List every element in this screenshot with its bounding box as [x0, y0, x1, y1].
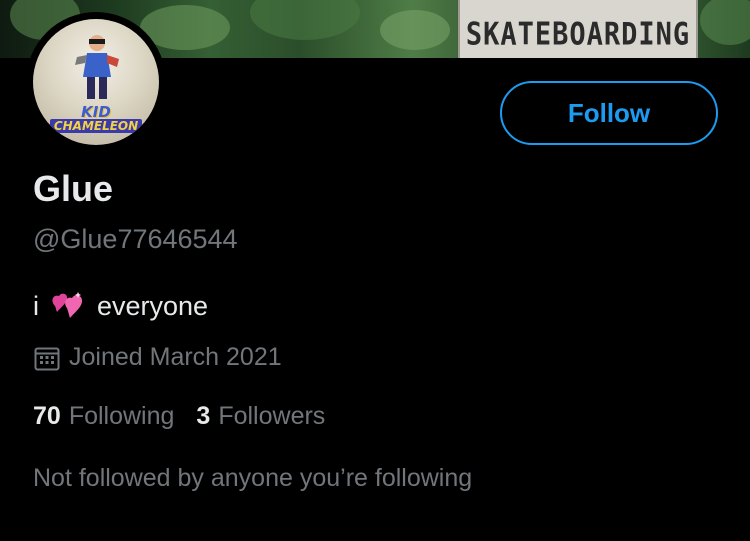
followers-label: Followers — [218, 402, 326, 430]
avatar-image: KID CHAMELEON — [33, 19, 159, 145]
following-label: Following — [68, 402, 175, 430]
mutual-followers-text: Not followed by anyone you’re following — [33, 464, 473, 492]
two-hearts-icon — [52, 292, 83, 318]
calendar-icon — [34, 347, 60, 370]
followers-count: 3 — [196, 402, 211, 430]
following-link[interactable]: 70 Following — [33, 402, 174, 431]
banner-foliage — [700, 0, 750, 45]
avatar[interactable]: KID CHAMELEON — [26, 12, 166, 152]
joined-text: Joined March 2021 — [69, 343, 282, 371]
sign-text: SKATEBOARDING — [465, 16, 691, 53]
follow-button[interactable]: Follow — [500, 81, 718, 145]
bio-text-end: everyone — [97, 290, 209, 321]
display-name: Glue — [33, 168, 114, 209]
user-handle: @Glue77646544 — [33, 224, 238, 254]
avatar-logo: KID CHAMELEON — [49, 105, 143, 137]
following-count: 70 — [33, 402, 61, 430]
profile-bio: i everyone — [33, 290, 208, 322]
avatar-logo-line1: KID — [81, 103, 111, 121]
follow-stats: 70 Following 3 Followers — [33, 402, 347, 431]
joined-date: Joined March 2021 — [33, 343, 282, 372]
followers-link[interactable]: 3 Followers — [196, 402, 325, 431]
banner-foliage — [250, 0, 360, 40]
bio-text-start: i — [33, 290, 39, 321]
avatar-character-icon — [75, 35, 119, 99]
skateboarding-sign: SKATEBOARDING — [458, 0, 698, 58]
banner-foliage — [380, 10, 450, 50]
avatar-logo-line2: CHAMELEON — [49, 119, 143, 133]
